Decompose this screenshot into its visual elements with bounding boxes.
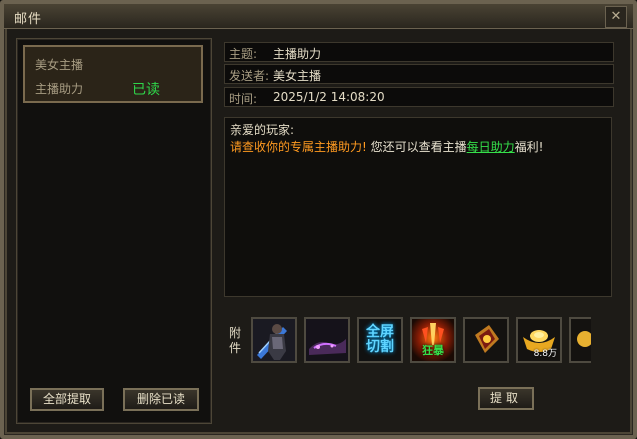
attachment-slot-3[interactable]: 全屏 切割 [357,317,403,363]
mail-list-item[interactable]: 美女主播 主播助力 已读 [23,45,203,103]
close-icon: ✕ [610,9,622,24]
claim-button[interactable]: 提取 [478,387,534,410]
purple-mount-icon [306,319,348,361]
time-field: 时间: 2025/1/2 14:08:20 [224,87,614,107]
golden-rune-icon [465,319,507,361]
attachment-slot-5[interactable] [463,317,509,363]
time-label: 时间: [229,92,258,106]
mail-body-highlight: 请查收你的专属主播助力! [230,140,367,154]
attachment-slot-4[interactable]: 狂暴 [410,317,456,363]
mail-item-status: 已读 [132,82,160,98]
mail-body: 亲爱的玩家: 请查收你的专属主播助力! 您还可以查看主播每日助力福利! [224,117,612,297]
subject-label: 主题: [229,47,258,61]
sender-value: 美女主播 [273,69,322,83]
mail-body-line: 请查收你的专属主播助力! 您还可以查看主播每日助力福利! [230,139,606,156]
attachments-label: 附件 [229,326,242,355]
mail-body-text: 您还可以查看主播 [366,140,467,154]
subject-value: 主播助力 [273,47,322,61]
attachment-slot-7[interactable] [569,317,591,363]
sender-label: 发送者: [229,69,270,83]
time-value: 2025/1/2 14:08:20 [273,90,385,104]
delete-read-button[interactable]: 删除已读 [123,388,199,411]
warrior-armor-icon [253,319,295,361]
mail-greeting: 亲爱的玩家: [230,123,295,137]
title-bar[interactable]: 邮件 ✕ [4,4,633,29]
attachment-slot-2[interactable] [304,317,350,363]
daily-support-link[interactable]: 每日助力 [467,140,515,154]
subject-field: 主题: 主播助力 [224,42,614,62]
close-button[interactable]: ✕ [605,6,627,28]
mail-item-sender: 美女主播 [35,58,84,72]
berserk-label: 狂暴 [422,344,444,357]
mail-list-panel: 美女主播 主播助力 已读 [16,38,212,424]
fullscreen-cut-skill-icon: 全屏 切割 [366,324,394,355]
window-title: 邮件 [14,12,43,27]
gold-ingot-count: 8.8万 [533,349,557,359]
mail-body-tail: 福利! [514,140,544,154]
attachment-slot-6[interactable]: 8.8万 [516,317,562,363]
mail-item-subject: 主播助力 [35,82,84,96]
gold-item-icon [571,319,591,361]
sender-field: 发送者: 美女主播 [224,64,614,84]
attachment-slot-1[interactable] [251,317,297,363]
collect-all-button[interactable]: 全部提取 [30,388,104,411]
